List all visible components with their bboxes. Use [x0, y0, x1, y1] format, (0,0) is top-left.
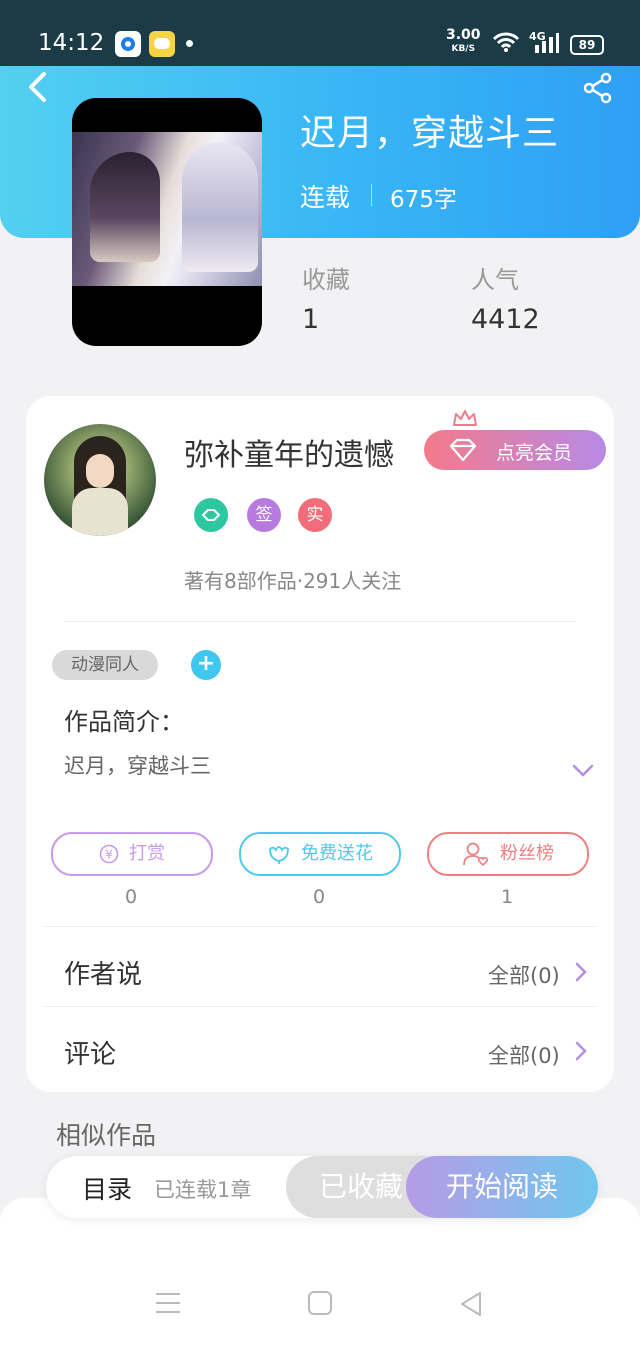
home-nav-icon[interactable]: [307, 1290, 333, 1316]
intro-text: 迟月，穿越斗三: [64, 754, 211, 778]
diamond-icon: [449, 438, 477, 462]
network-speed: 3.00 KB/S: [446, 27, 481, 54]
menu-nav-icon[interactable]: [154, 1290, 182, 1316]
back-icon[interactable]: [26, 70, 48, 113]
book-title: 迟月，穿越斗三: [300, 113, 560, 154]
fan-ranking-button[interactable]: 粉丝榜: [427, 832, 589, 876]
chapter-count: 已连载1章: [154, 1178, 252, 1202]
author-avatar[interactable]: [44, 424, 156, 536]
author-works-info: 著有8部作品·291人关注: [184, 569, 402, 593]
back-nav-icon[interactable]: [458, 1290, 484, 1318]
handshake-badge-icon: [194, 498, 228, 532]
signal-icon: [535, 33, 559, 53]
divider: [64, 621, 576, 622]
chevron-right-icon[interactable]: [574, 962, 588, 982]
wifi-icon: [492, 32, 520, 52]
more-notifications-dot: [186, 40, 193, 47]
popularity-value: 4412: [471, 304, 540, 335]
cover-illustration: [72, 132, 262, 286]
toc-button[interactable]: 目录: [82, 1170, 132, 1206]
chat-notification-icon: [149, 31, 175, 57]
intro-label: 作品简介：: [64, 708, 184, 736]
crown-icon: [453, 410, 477, 426]
word-count: 675字: [390, 187, 457, 213]
popularity-label: 人气: [471, 266, 519, 294]
author-name[interactable]: 弥补童年的遗憾: [184, 430, 394, 474]
share-icon[interactable]: [582, 72, 614, 104]
reward-count: 0: [124, 886, 138, 908]
comments-all[interactable]: 全部(0): [488, 1040, 560, 1070]
send-flower-button[interactable]: 免费送花: [239, 832, 401, 876]
vip-button[interactable]: 点亮会员: [424, 430, 606, 470]
flower-count: 0: [312, 886, 326, 908]
app-notification-icon: [115, 31, 141, 57]
fan-heart-icon: [463, 842, 489, 867]
similar-works-title: 相似作品: [56, 1121, 157, 1150]
add-tag-button[interactable]: +: [191, 650, 221, 680]
fan-count: 1: [500, 886, 514, 908]
reward-button[interactable]: ¥ 打赏: [51, 832, 213, 876]
vip-button-label: 点亮会员: [496, 442, 573, 464]
genre-tag[interactable]: 动漫同人: [52, 650, 158, 680]
divider: [371, 184, 372, 206]
clock: 14:12: [38, 30, 105, 56]
status-bar: 14:12 3.00 KB/S 4G 89: [0, 0, 640, 66]
chevron-down-icon[interactable]: [572, 764, 594, 778]
flower-icon: [269, 846, 289, 864]
start-reading-button[interactable]: 开始阅读: [406, 1156, 598, 1218]
yen-icon: ¥: [99, 844, 119, 864]
bottom-panel: [0, 1198, 640, 1351]
chevron-right-icon[interactable]: [574, 1041, 588, 1061]
divider: [44, 926, 596, 927]
signed-badge: 签: [247, 498, 281, 532]
favorites-label: 收藏: [302, 266, 350, 294]
bottom-action-bar: 目录 已连载1章 已收藏 开始阅读: [46, 1156, 598, 1218]
battery-icon: 89: [570, 35, 604, 55]
verified-badge: 实: [298, 498, 332, 532]
favorites-value: 1: [302, 304, 320, 335]
divider: [44, 1006, 596, 1007]
author-notes-label: 作者说: [64, 960, 143, 990]
author-notes-all[interactable]: 全部(0): [488, 960, 560, 990]
comments-label: 评论: [64, 1040, 117, 1070]
serial-status: 连载: [300, 183, 351, 212]
svg-text:¥: ¥: [105, 848, 113, 862]
book-cover[interactable]: [72, 98, 262, 346]
